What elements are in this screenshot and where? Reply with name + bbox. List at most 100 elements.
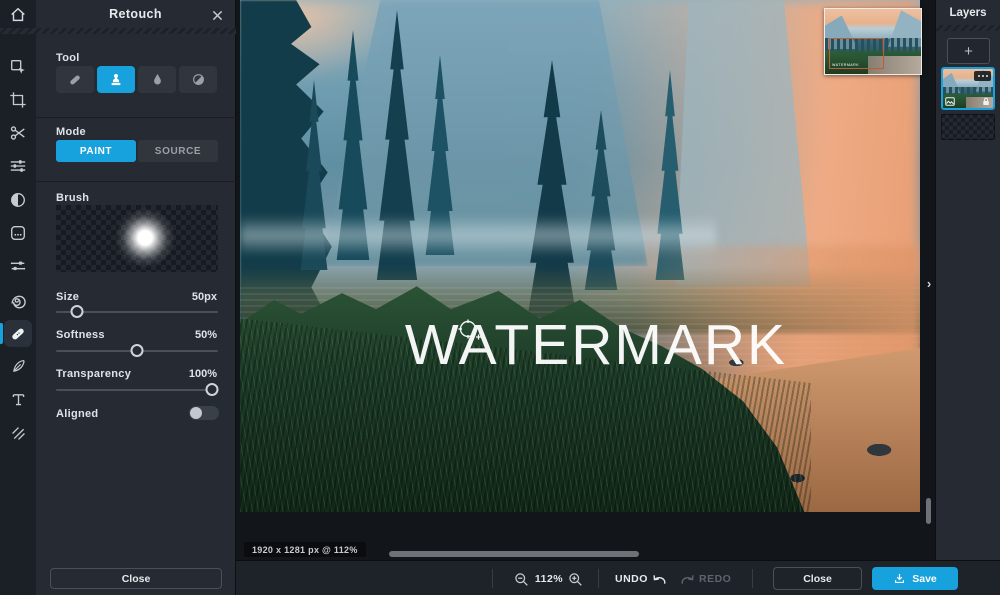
sidebar-item-frames[interactable]	[4, 219, 32, 246]
sidebar-item-adjust[interactable]	[4, 152, 32, 179]
minimap-watermark-text: WATERMARK	[832, 63, 859, 67]
sidebar-item-liquify[interactable]	[4, 286, 32, 313]
sidebar-item-pattern[interactable]	[4, 420, 32, 447]
sidebar-item-effects[interactable]	[4, 252, 32, 279]
retouch-panel-header: Retouch	[36, 0, 235, 28]
tool-blur-button[interactable]	[138, 66, 176, 93]
crop-icon	[9, 91, 27, 109]
feather-icon	[10, 358, 27, 375]
aligned-toggle-knob	[190, 407, 202, 419]
tool-rail	[0, 0, 36, 595]
sidebar-item-crop[interactable]	[4, 86, 32, 113]
tool-section-label: Tool	[56, 52, 80, 64]
redo-button[interactable]: REDO	[680, 570, 731, 588]
hatch-icon	[10, 425, 27, 442]
sidebar-item-draw[interactable]	[4, 353, 32, 380]
toolbar-divider	[598, 569, 599, 588]
aligned-label: Aligned	[56, 408, 98, 420]
softness-slider[interactable]	[56, 350, 218, 352]
navigator-minimap[interactable]: WATERMARK	[824, 8, 922, 75]
panel-close-button[interactable]	[209, 7, 225, 23]
clone-stamp-icon	[108, 72, 124, 88]
undo-button[interactable]: UNDO	[615, 570, 667, 588]
layers-panel: Layers +	[935, 0, 1000, 560]
redo-label: REDO	[699, 573, 731, 585]
section-divider	[36, 117, 236, 118]
minimap-image: WATERMARK	[825, 9, 921, 74]
tool-heal-button[interactable]	[56, 66, 94, 93]
bottom-toolbar: 112% UNDO REDO Close Save	[236, 560, 1000, 595]
close-document-button[interactable]: Close	[773, 567, 862, 590]
layer-type-image-icon	[945, 97, 955, 106]
section-divider	[36, 181, 236, 182]
sidebar-item-cutout[interactable]	[4, 119, 32, 146]
canvas-status: 1920 x 1281 px @ 112%	[244, 542, 366, 557]
retouch-close-button[interactable]: Close	[50, 568, 222, 589]
sidebar-item-toning[interactable]	[4, 186, 32, 213]
save-label: Save	[912, 573, 937, 585]
tool-clone-stamp-button[interactable]	[97, 66, 135, 93]
effects-icon	[9, 257, 27, 275]
aligned-toggle[interactable]	[189, 406, 219, 420]
frame-icon	[9, 224, 27, 242]
tool-dodge-burn-button[interactable]	[179, 66, 217, 93]
tool-selector	[56, 66, 217, 93]
zoom-out-icon	[514, 572, 529, 587]
home-icon	[9, 6, 27, 24]
transparency-value: 100%	[189, 368, 217, 380]
transparency-label: Transparency	[56, 368, 131, 380]
sidebar-item-retouch[interactable]	[4, 320, 32, 347]
sidebar-item-text[interactable]	[4, 386, 32, 413]
layers-divider	[936, 25, 1000, 31]
home-button[interactable]	[5, 3, 31, 27]
size-value: 50px	[192, 291, 217, 303]
zoom-in-button[interactable]	[566, 570, 584, 588]
zoom-level[interactable]: 112%	[532, 573, 566, 585]
layer-menu-button[interactable]	[974, 71, 991, 81]
header-divider	[0, 28, 236, 34]
mode-source-button[interactable]: SOURCE	[138, 140, 218, 162]
photo-canvas[interactable]: WATERMARK	[240, 0, 920, 512]
arrange-icon	[9, 58, 27, 76]
minimap-viewport-rect[interactable]: WATERMARK	[829, 38, 884, 69]
zoom-in-icon	[568, 572, 583, 587]
brush-section-label: Brush	[56, 192, 89, 204]
layer-lock-icon[interactable]	[982, 97, 990, 106]
horizontal-scrollbar[interactable]	[389, 551, 639, 557]
text-icon	[10, 391, 27, 408]
softness-slider-thumb[interactable]	[131, 344, 144, 357]
save-download-icon	[893, 572, 906, 585]
layer-thumbnail-selected[interactable]	[941, 67, 995, 110]
mode-selector: PAINT SOURCE	[56, 140, 218, 162]
size-slider-thumb[interactable]	[71, 305, 84, 318]
layer-trees	[943, 87, 993, 95]
size-slider[interactable]	[56, 311, 218, 313]
scissors-icon	[9, 124, 27, 142]
layer-thumbnail-empty[interactable]	[941, 114, 995, 140]
transparency-slider-thumb[interactable]	[205, 383, 218, 396]
transparency-slider[interactable]	[56, 389, 218, 391]
mode-paint-button[interactable]: PAINT	[56, 140, 136, 162]
softness-value: 50%	[195, 329, 217, 341]
undo-icon	[652, 573, 667, 586]
close-icon	[212, 10, 223, 21]
panel-collapse-chevron-icon[interactable]: ›	[923, 274, 935, 292]
save-button[interactable]: Save	[872, 567, 958, 590]
mode-section-label: Mode	[56, 126, 86, 138]
canvas-area[interactable]: WATERMARK WATERMARK 1920 x 1281 px @ 112…	[236, 0, 935, 560]
toolbar-divider	[492, 569, 493, 588]
layers-title: Layers	[936, 7, 1000, 19]
size-label: Size	[56, 291, 79, 303]
sidebar-item-arrange[interactable]	[4, 53, 32, 80]
zoom-out-button[interactable]	[512, 570, 530, 588]
add-layer-button[interactable]: +	[947, 38, 990, 64]
adjust-sliders-icon	[9, 157, 27, 175]
brush-tip-preview	[56, 205, 218, 272]
app-window: Retouch Tool Mode PAINT SOURCE Brush Siz…	[0, 0, 1000, 595]
vertical-scrollbar[interactable]	[926, 498, 931, 524]
bandage-icon	[9, 325, 27, 343]
clone-stamp-cursor	[457, 318, 483, 344]
retouch-panel: Retouch Tool Mode PAINT SOURCE Brush Siz…	[36, 0, 236, 595]
softness-label: Softness	[56, 329, 105, 341]
droplet-icon	[150, 72, 165, 87]
